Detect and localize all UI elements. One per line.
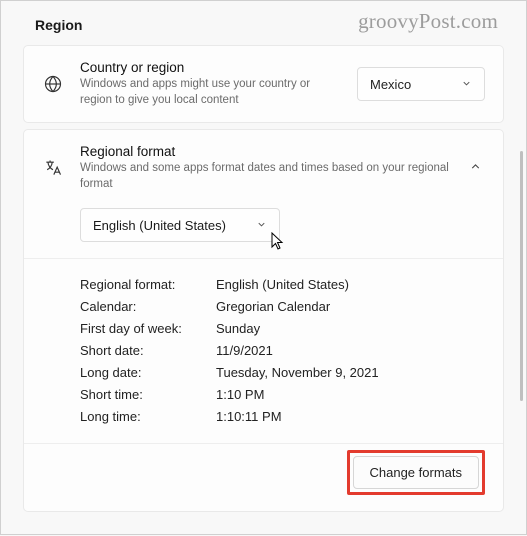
chevron-up-icon — [465, 160, 485, 176]
change-formats-button[interactable]: Change formats — [353, 456, 480, 489]
language-icon — [42, 158, 64, 178]
country-region-dropdown[interactable]: Mexico — [357, 67, 485, 101]
country-region-title: Country or region — [80, 60, 341, 75]
detail-key: Calendar: — [80, 299, 216, 314]
detail-key: Short date: — [80, 343, 216, 358]
detail-row: Long date:Tuesday, November 9, 2021 — [80, 361, 485, 383]
detail-key: Long time: — [80, 409, 216, 424]
scrollbar[interactable] — [520, 151, 523, 401]
page-title: Region — [23, 11, 504, 45]
detail-key: Long date: — [80, 365, 216, 380]
detail-key: Regional format: — [80, 277, 216, 292]
detail-val: 1:10:11 PM — [216, 409, 485, 424]
detail-row: Calendar:Gregorian Calendar — [80, 295, 485, 317]
highlight-box: Change formats — [347, 450, 486, 495]
regional-format-dropdown[interactable]: English (United States) — [80, 208, 280, 242]
chevron-down-icon — [256, 218, 267, 233]
regional-format-details: Regional format:English (United States) … — [24, 259, 503, 443]
mouse-cursor-icon — [271, 232, 287, 255]
detail-row: Short date:11/9/2021 — [80, 339, 485, 361]
detail-val: Gregorian Calendar — [216, 299, 485, 314]
detail-val: 11/9/2021 — [216, 343, 485, 358]
detail-val: Tuesday, November 9, 2021 — [216, 365, 485, 380]
regional-format-header[interactable]: Regional format Windows and some apps fo… — [24, 130, 503, 206]
country-region-selected: Mexico — [370, 77, 411, 92]
country-region-subtitle: Windows and apps might use your country … — [80, 77, 341, 108]
detail-key: Short time: — [80, 387, 216, 402]
regional-format-card: Regional format Windows and some apps fo… — [23, 129, 504, 512]
regional-format-selected: English (United States) — [93, 218, 226, 233]
detail-row: Regional format:English (United States) — [80, 273, 485, 295]
detail-val: 1:10 PM — [216, 387, 485, 402]
settings-region-page: Region Country or region Windows and app… — [1, 1, 526, 536]
detail-row: Short time:1:10 PM — [80, 383, 485, 405]
regional-format-title: Regional format — [80, 144, 449, 159]
detail-row: First day of week:Sunday — [80, 317, 485, 339]
detail-row: Long time:1:10:11 PM — [80, 405, 485, 427]
chevron-down-icon — [461, 77, 472, 92]
country-region-card: Country or region Windows and apps might… — [23, 45, 504, 123]
detail-val: Sunday — [216, 321, 485, 336]
detail-val: English (United States) — [216, 277, 485, 292]
detail-key: First day of week: — [80, 321, 216, 336]
globe-icon — [42, 74, 64, 94]
regional-format-subtitle: Windows and some apps format dates and t… — [80, 161, 449, 192]
